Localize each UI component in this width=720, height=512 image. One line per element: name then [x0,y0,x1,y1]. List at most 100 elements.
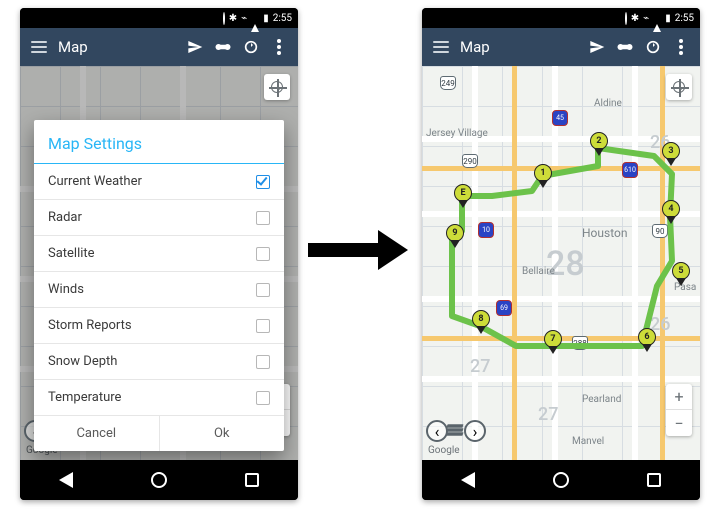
settings-row-label: Radar [48,210,82,225]
interstate-shield-10: 10 [478,222,494,238]
map-paging-control: ‹ › [426,420,486,442]
arrow-icon [308,230,412,270]
route-pin-6[interactable]: 6 [638,328,656,352]
map-label-houston: Houston [582,226,628,240]
vibrate-icon: ⌁ [241,13,247,24]
checkbox[interactable] [256,175,270,189]
settings-row[interactable]: Radar [34,200,284,236]
map-label-aldine: Aldine [594,98,622,109]
hwy-shield-249: 249 [440,76,456,90]
checkbox[interactable] [256,391,270,405]
bluetooth-icon: ✱ [229,13,237,24]
route-pin-1[interactable]: 1 [534,164,552,188]
ok-button[interactable]: Ok [160,416,285,451]
checkbox[interactable] [256,247,270,261]
map-label-jersey: Jersey Village [426,128,488,139]
vibrate-icon: ⌁ [643,13,649,24]
route-pin-3[interactable]: 3 [662,142,680,166]
checkbox[interactable] [256,211,270,225]
app-bar: Map [422,28,700,66]
route-pin-9[interactable]: 9 [446,224,464,248]
route-pin-4[interactable]: 4 [662,200,680,224]
phone-right: ✱ ⌁ ▮ 2:55 Map 2 8 [422,8,700,500]
route-pin-2[interactable]: 2 [590,132,608,156]
android-navbar [20,460,298,500]
route-pin-7[interactable]: 7 [544,330,562,354]
next-button[interactable]: › [464,420,486,442]
my-location-button[interactable] [666,74,692,100]
weather-temp-27: 27 [470,356,490,377]
map-label-bellaire: Bellaire [522,266,555,277]
nav-back-icon[interactable] [59,472,73,488]
route-icon[interactable] [616,38,634,56]
location-icon [223,13,225,24]
zoom-in-button[interactable]: + [666,384,692,410]
location-icon [625,13,627,24]
weather-temp-27b: 27 [538,404,558,425]
interstate-shield-610: 610 [622,162,638,178]
nav-home-icon[interactable] [553,472,569,488]
settings-row-label: Storm Reports [48,318,132,333]
map-settings-dialog: Map Settings Current Weather Radar Satelli… [34,120,284,451]
overflow-icon[interactable] [672,38,690,56]
map-attribution: Google [428,445,460,456]
interstate-shield-69: 69 [496,300,512,316]
layers-icon[interactable] [445,420,467,442]
phone-left: ✱ ⌁ ▮ 2:55 Map Fresno Fresno + − [20,8,298,500]
page-title: Map [460,38,578,56]
settings-row[interactable]: Winds [34,272,284,308]
dialog-title: Map Settings [34,120,284,164]
route-pin-5[interactable]: 5 [672,262,690,286]
locate-icon[interactable] [186,38,204,56]
my-location-button[interactable] [264,74,290,100]
settings-row-label: Snow Depth [48,354,117,369]
status-bar: ✱ ⌁ ▮ 2:55 [20,8,298,28]
route-icon[interactable] [214,38,232,56]
app-bar: Map [20,28,298,66]
route-pin-E[interactable]: E [454,184,472,208]
menu-icon[interactable] [30,38,48,56]
checkbox[interactable] [256,283,270,297]
locate-icon[interactable] [588,38,606,56]
hwy-shield-288: 288 [572,336,588,350]
nav-back-icon[interactable] [461,472,475,488]
clock-text: 2:55 [675,13,694,24]
map-screen-left: Fresno Fresno + − ‹ › Google Map Setting… [20,66,298,460]
map-screen-right[interactable]: 28 27 26 27 26 Houston Bellaire Aldine J… [422,66,700,460]
signal-icon [251,13,259,24]
checkbox[interactable] [256,355,270,369]
android-navbar [422,460,700,500]
route-pin-8[interactable]: 8 [472,310,490,334]
refresh-icon[interactable] [644,38,662,56]
settings-row-label: Current Weather [48,174,142,189]
nav-recent-icon[interactable] [647,473,661,487]
settings-row[interactable]: Snow Depth [34,344,284,380]
battery-icon: ▮ [665,13,671,24]
interstate-shield-45: 45 [552,110,568,126]
clock-text: 2:55 [273,13,292,24]
zoom-out-button[interactable]: − [666,410,692,436]
battery-icon: ▮ [263,13,269,24]
nav-recent-icon[interactable] [245,473,259,487]
cancel-button[interactable]: Cancel [34,416,160,451]
bluetooth-icon: ✱ [631,13,639,24]
refresh-icon[interactable] [242,38,260,56]
zoom-control: + − [666,384,692,436]
nav-home-icon[interactable] [151,472,167,488]
map-label-pearland: Pearland [582,394,621,405]
menu-icon[interactable] [432,38,450,56]
status-bar: ✱ ⌁ ▮ 2:55 [422,8,700,28]
settings-row[interactable]: Current Weather [34,164,284,200]
hwy-shield-90: 90 [652,224,668,238]
overflow-icon[interactable] [270,38,288,56]
settings-row-label: Satellite [48,246,95,261]
settings-row-label: Winds [48,282,84,297]
page-title: Map [58,38,176,56]
settings-row[interactable]: Satellite [34,236,284,272]
map-label-manvel: Manvel [572,436,604,447]
checkbox[interactable] [256,319,270,333]
settings-row[interactable]: Temperature [34,380,284,415]
settings-row[interactable]: Storm Reports [34,308,284,344]
settings-row-label: Temperature [48,390,121,405]
signal-icon [653,13,661,24]
